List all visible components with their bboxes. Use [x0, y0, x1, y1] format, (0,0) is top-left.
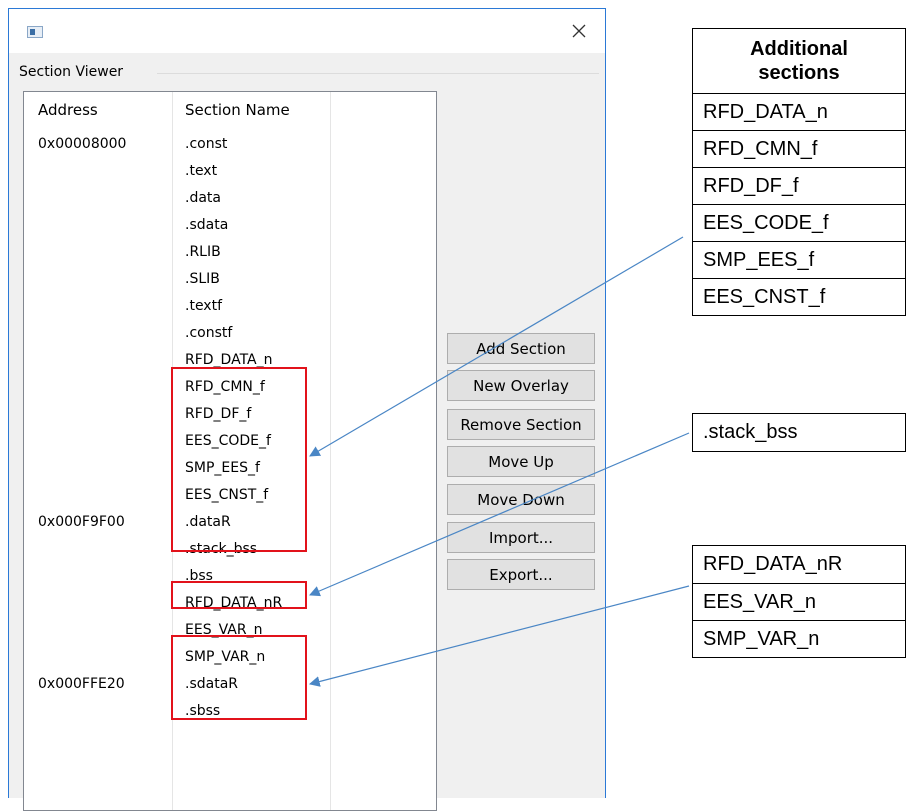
- groupbox-border: [157, 73, 599, 74]
- table-cell: EES_CNST_f: [693, 278, 905, 315]
- table-cell: EES_VAR_n: [693, 583, 905, 620]
- list-item[interactable]: .RLIB: [24, 239, 436, 266]
- section-name-cell: .sdata: [185, 217, 229, 233]
- table-cell: SMP_VAR_n: [693, 620, 905, 657]
- table-cell: RFD_CMN_f: [693, 130, 905, 167]
- section-name-cell: .text: [185, 163, 218, 179]
- section-name-cell: .SLIB: [185, 271, 220, 287]
- highlight-ram-sections: [171, 635, 307, 720]
- list-item[interactable]: .textf: [24, 293, 436, 320]
- section-name-cell: RFD_DATA_n: [185, 352, 273, 368]
- address-cell: 0x000F9F00: [38, 514, 125, 530]
- section-name-cell: .data: [185, 190, 221, 206]
- highlight-additional-sections: [171, 367, 307, 552]
- address-cell: 0x00008000: [38, 136, 127, 152]
- section-name-cell: .RLIB: [185, 244, 221, 260]
- app-icon: [27, 26, 43, 38]
- stack-table: .stack_bss: [692, 413, 906, 452]
- table-cell: RFD_DATA_nR: [703, 553, 843, 575]
- close-button[interactable]: [563, 17, 595, 45]
- new-overlay-button[interactable]: New Overlay: [447, 370, 595, 401]
- table-cell: .stack_bss: [703, 421, 798, 443]
- import-button[interactable]: Import...: [447, 522, 595, 553]
- section-viewer-window: Section Viewer Address Section Name 0x00…: [8, 8, 606, 811]
- list-item[interactable]: .constf: [24, 320, 436, 347]
- title-bar: [9, 9, 605, 53]
- address-cell: 0x000FFE20: [38, 676, 125, 692]
- groupbox-title: Section Viewer: [19, 64, 128, 80]
- highlight-stack-bss: [171, 581, 307, 609]
- list-item[interactable]: .sdata: [24, 212, 436, 239]
- table-cell: RFD_DF_f: [693, 167, 905, 204]
- section-name-cell: .textf: [185, 298, 223, 314]
- section-name-cell: .const: [185, 136, 228, 152]
- additional-sections-table: Additional sections RFD_DATA_n RFD_CMN_f…: [692, 28, 906, 316]
- move-up-button[interactable]: Move Up: [447, 446, 595, 477]
- export-button[interactable]: Export...: [447, 559, 595, 590]
- list-item[interactable]: .text: [24, 158, 436, 185]
- table-cell: SMP_EES_f: [693, 241, 905, 278]
- table-cell: EES_CODE_f: [693, 204, 905, 241]
- list-item[interactable]: .data: [24, 185, 436, 212]
- additional-sections-header: Additional sections: [693, 29, 905, 93]
- section-name-cell: .constf: [185, 325, 233, 341]
- list-item[interactable]: 0x00008000 .const: [24, 131, 436, 158]
- column-header-address[interactable]: Address: [38, 101, 98, 119]
- header-line-1: Additional: [750, 38, 848, 60]
- list-item[interactable]: .SLIB: [24, 266, 436, 293]
- ram-sections-table: RFD_DATA_nR EES_VAR_n SMP_VAR_n: [692, 545, 906, 658]
- move-down-button[interactable]: Move Down: [447, 484, 595, 515]
- close-icon: [572, 24, 586, 38]
- header-line-2: sections: [758, 62, 840, 84]
- table-cell: RFD_DATA_n: [693, 93, 905, 130]
- column-header-section-name[interactable]: Section Name: [185, 101, 290, 119]
- add-section-button[interactable]: Add Section: [447, 333, 595, 364]
- remove-section-button[interactable]: Remove Section: [447, 409, 595, 440]
- list-header: Address Section Name: [24, 92, 436, 128]
